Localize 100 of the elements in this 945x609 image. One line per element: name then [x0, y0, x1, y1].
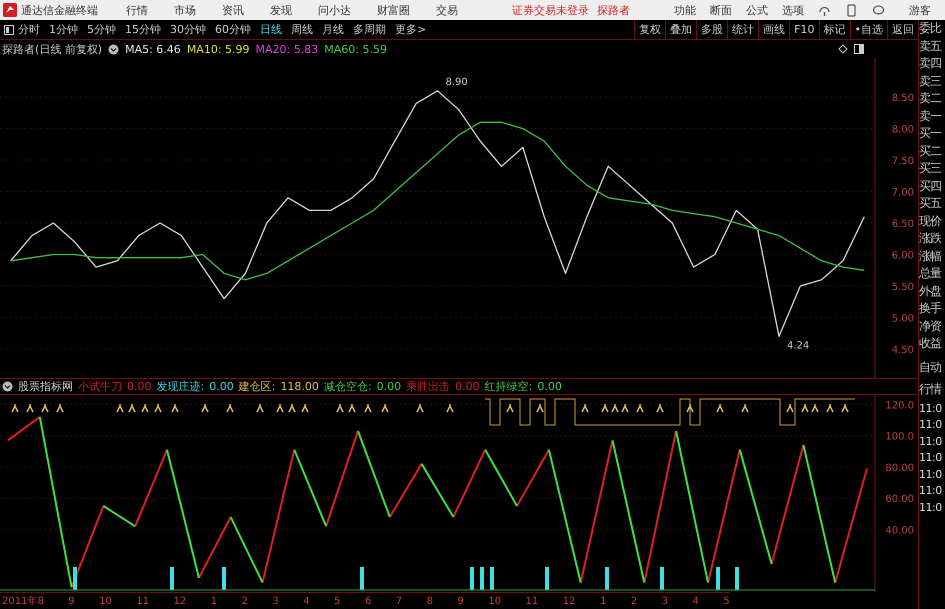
period-tab[interactable]: 多周期	[353, 22, 386, 37]
login-status[interactable]: 证券交易未登录	[512, 2, 589, 18]
axis-label: 6.00	[892, 250, 914, 262]
quote-label: 买四	[919, 178, 942, 194]
date-label: 3	[662, 596, 668, 606]
date-label: 4	[692, 596, 699, 606]
axis-label: 5.50	[892, 282, 914, 294]
panel-toggle-icon[interactable]	[4, 24, 14, 34]
menu-item[interactable]: 市场	[174, 2, 196, 18]
indicator-value: 0.00	[455, 380, 480, 393]
date-label: 2	[242, 596, 248, 606]
axis-label: 7.00	[892, 188, 914, 199]
stock-name: 探路者	[597, 2, 630, 18]
date-label: 11	[136, 596, 150, 606]
date-label: 2011年8	[2, 595, 44, 608]
quote-label: 卖一	[919, 108, 942, 124]
date-label: 8	[426, 596, 434, 606]
quote-label: 净资	[919, 318, 942, 334]
quote-label: 现价	[919, 212, 942, 230]
quote-label: 卖四	[919, 55, 942, 72]
app-title: 通达信金融终端	[21, 2, 98, 18]
quote-label: 换手	[919, 300, 942, 317]
date-label: 9	[457, 596, 464, 606]
date-label: 7	[396, 596, 402, 606]
trade-time: 11:0	[919, 466, 943, 482]
date-label: 9	[68, 596, 75, 606]
date-label: 11	[526, 596, 538, 606]
date-label: 5	[334, 596, 340, 606]
axis-label: 100.0	[885, 432, 914, 443]
axis-label: 7.50	[892, 156, 914, 168]
period-tab[interactable]: 分时	[18, 22, 40, 37]
period-tab[interactable]: 30分钟	[170, 22, 206, 37]
moving-average-value: MA20: 5.83	[256, 42, 318, 56]
menu-item[interactable]: 发现	[270, 2, 292, 18]
trade-time: 11:0	[919, 417, 943, 433]
axis-label: 60.00	[885, 494, 914, 506]
indicator-label: 发现庄迹:	[156, 379, 204, 394]
quote-label: 委比	[919, 20, 942, 37]
period-tab[interactable]: 15分钟	[125, 22, 161, 37]
quote-tab[interactable]: 自动	[919, 358, 945, 374]
quote-label: 买三	[919, 160, 942, 177]
indicator-value: 0.00	[127, 380, 152, 393]
axis-label: 6.50	[892, 219, 914, 230]
period-tab[interactable]: 月线	[322, 22, 344, 37]
menu-item[interactable]: 行情	[126, 2, 148, 18]
axis-label: 80.00	[885, 462, 914, 474]
axis-label: 5.00	[892, 314, 914, 325]
date-label: 1	[600, 596, 606, 606]
indicator-label: 小试牛刀	[78, 379, 122, 394]
settings-icon[interactable]	[2, 381, 13, 392]
axis-label: 120.0	[885, 400, 914, 412]
trade-time: 11:0	[919, 483, 943, 499]
indicator-label: 红持绿空:	[484, 379, 532, 394]
axis-label: 8.50	[892, 93, 914, 104]
indicator-label: 减仓空仓:	[324, 379, 372, 394]
quote-label: 外盘	[919, 282, 942, 300]
moving-average-value: MA10: 5.99	[186, 42, 250, 56]
period-tab[interactable]: 5分钟	[87, 22, 116, 37]
date-label: 4	[303, 596, 310, 606]
date-label: 12	[562, 596, 576, 606]
menu-item[interactable]: 功能	[674, 2, 696, 18]
axis-label: 4.50	[892, 345, 914, 356]
quote-label: 涨跌	[919, 230, 942, 247]
price-annotation: 8.90	[446, 76, 468, 88]
date-label: 12	[174, 596, 186, 606]
date-label: 10	[488, 596, 502, 606]
quote-label: 卖三	[919, 72, 942, 90]
menu-item[interactable]: 问小达	[318, 2, 351, 18]
period-tab[interactable]: 60分钟	[215, 22, 251, 37]
menu-item[interactable]: 交易	[436, 2, 458, 18]
user-label[interactable]: 游客	[909, 2, 931, 18]
menu-item[interactable]: 财富圈	[377, 2, 410, 18]
trade-time: 11:0	[919, 434, 943, 450]
trade-time: 11:0	[919, 400, 943, 416]
diamond-icon[interactable]	[838, 44, 848, 54]
menu-item[interactable]: 公式	[746, 2, 768, 18]
period-tab[interactable]: 日线	[260, 22, 282, 37]
quote-label: 买二	[919, 142, 942, 160]
phone-icon[interactable]	[845, 4, 858, 16]
quote-tab[interactable]: 行情	[919, 380, 945, 396]
menu-item[interactable]: 选项	[782, 2, 804, 18]
menu-item[interactable]: 断面	[710, 2, 732, 18]
period-tab[interactable]: 1分钟	[49, 22, 78, 37]
indicator-title: 股票指标网	[18, 379, 73, 394]
date-label: 1	[210, 596, 218, 606]
panel-icon[interactable]	[854, 44, 864, 54]
moving-average-value: MA60: 5.59	[324, 42, 387, 56]
period-tab[interactable]: 周线	[291, 22, 313, 37]
trade-time: 11:0	[919, 450, 943, 466]
quote-label: 收益	[919, 335, 942, 352]
date-label: 10	[99, 596, 112, 606]
menu-item[interactable]: 资讯	[222, 2, 244, 18]
quote-label: 卖五	[919, 38, 942, 54]
period-tab[interactable]: 更多>	[395, 22, 426, 37]
chart-title: 探路者(日线 前复权)	[2, 42, 102, 56]
trade-time: 11:0	[919, 500, 943, 516]
quote-label: 卖二	[919, 90, 942, 107]
indicator-value: 118.00	[280, 380, 319, 393]
settings-icon[interactable]	[108, 44, 120, 54]
quote-label: 买一	[919, 125, 942, 142]
